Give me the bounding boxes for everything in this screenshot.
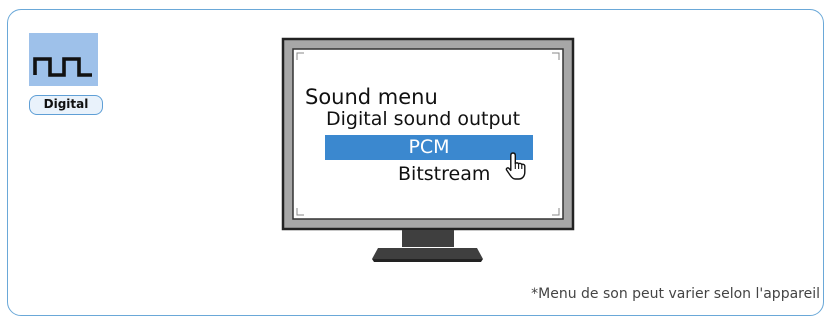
menu-option-pcm[interactable]: PCM	[325, 135, 533, 160]
tv-screen: Sound menu Digital sound output PCM Bits…	[290, 48, 565, 213]
digital-badge: Digital	[29, 95, 103, 115]
hand-pointer-icon	[505, 152, 526, 180]
square-wave-icon	[33, 57, 92, 77]
menu-subtitle: Digital sound output	[326, 108, 521, 130]
menu-title: Sound menu	[305, 85, 438, 109]
menu-option-bitstream[interactable]: Bitstream	[398, 163, 490, 185]
digital-signal-tile	[29, 33, 98, 86]
footnote: *Menu de son peut varier selon l'apparei…	[531, 286, 820, 302]
